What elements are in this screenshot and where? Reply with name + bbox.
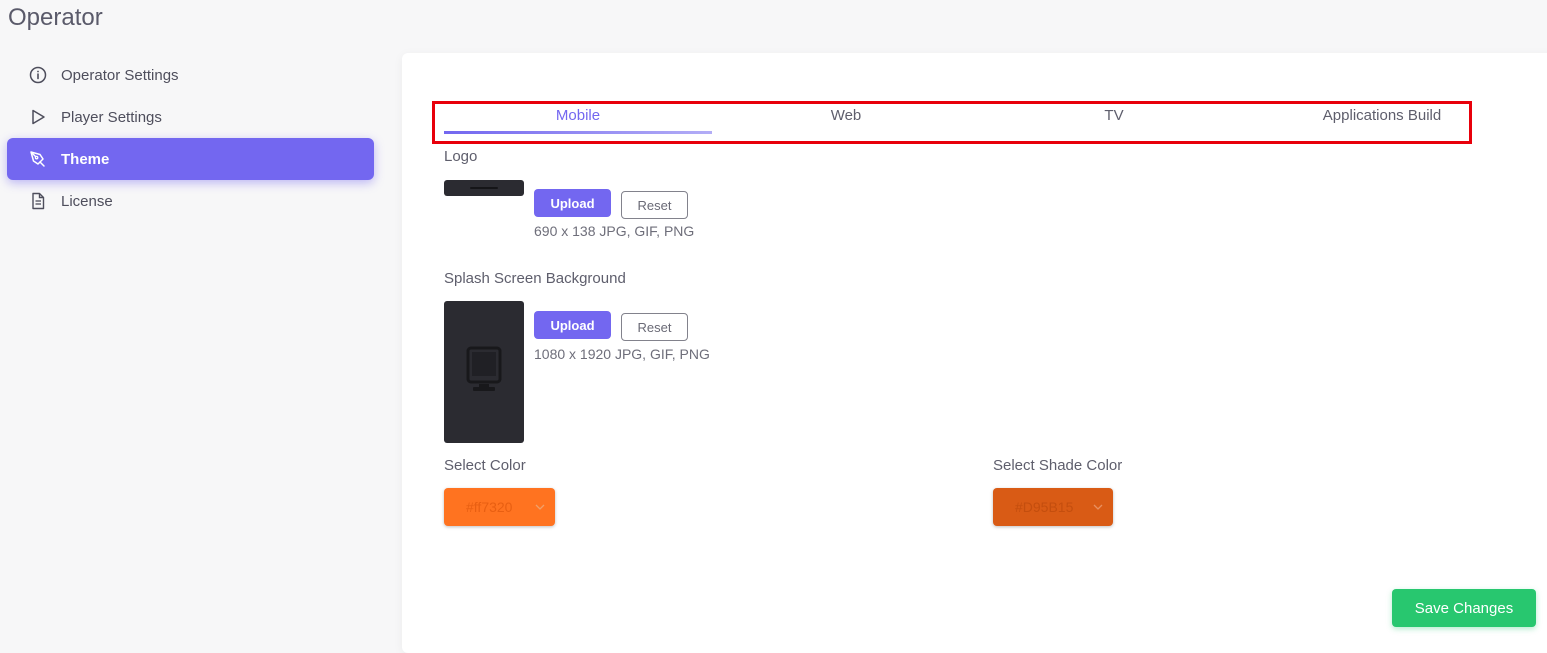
play-icon [29,108,47,126]
tab-web[interactable]: Web [712,104,980,134]
chevron-down-icon [525,504,555,510]
file-text-icon [29,192,47,210]
tab-tv[interactable]: TV [980,104,1248,134]
sidebar: Operator Settings Player Settings Theme … [7,54,374,222]
select-shade-color-value: #D95B15 [1015,499,1074,515]
logo-upload-button[interactable]: Upload [534,189,611,217]
splash-label: Splash Screen Background [444,270,626,287]
splash-upload-button[interactable]: Upload [534,311,611,339]
logo-reset-button[interactable]: Reset [621,191,688,219]
save-changes-button[interactable]: Save Changes [1392,589,1536,627]
sidebar-item-player-settings[interactable]: Player Settings [7,96,374,138]
splash-preview [444,301,524,443]
sidebar-item-label: License [61,192,113,210]
tab-mobile[interactable]: Mobile [444,104,712,134]
tab-applications-build[interactable]: Applications Build [1248,104,1516,134]
splash-hint: 1080 x 1920 JPG, GIF, PNG [534,346,710,362]
sidebar-item-label: Operator Settings [61,66,179,84]
logo-hint: 690 x 138 JPG, GIF, PNG [534,223,695,239]
pen-tool-icon [29,150,47,168]
info-circle-icon [29,66,47,84]
platform-tabs: Mobile Web TV Applications Build [444,104,1516,134]
splash-reset-button[interactable]: Reset [621,313,688,341]
sidebar-item-license[interactable]: License [7,180,374,222]
device-icon [466,346,502,399]
select-shade-color-dropdown[interactable]: #D95B15 [993,488,1113,526]
page-title: Operator [8,4,103,31]
chevron-down-icon [1083,504,1113,510]
select-shade-color-label: Select Shade Color [993,457,1123,474]
select-color-dropdown[interactable]: #ff7320 [444,488,555,526]
select-color-value: #ff7320 [466,499,513,515]
logo-label: Logo [444,148,478,165]
select-color-label: Select Color [444,457,526,474]
sidebar-item-label: Theme [61,150,110,168]
sidebar-item-theme[interactable]: Theme [7,138,374,180]
logo-preview [444,180,524,196]
sidebar-item-label: Player Settings [61,108,162,126]
sidebar-item-operator-settings[interactable]: Operator Settings [7,54,374,96]
